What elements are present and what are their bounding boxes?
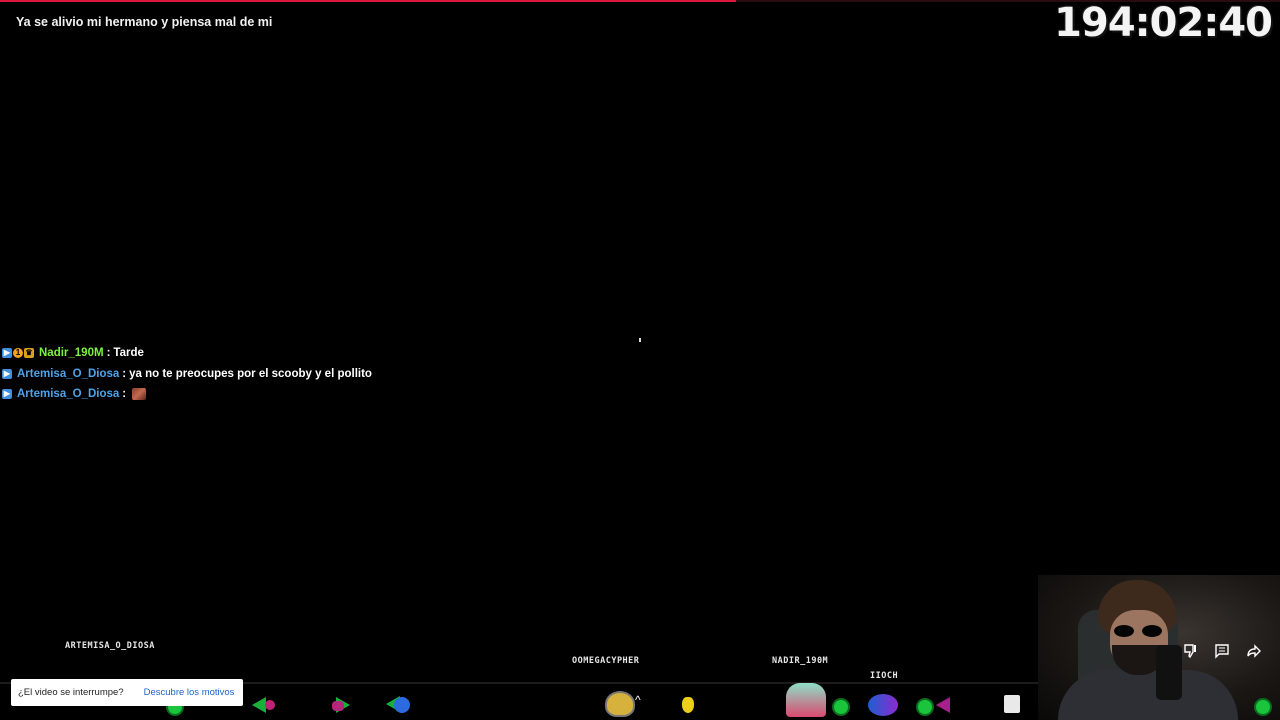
arrow-left-sprite-icon bbox=[252, 697, 266, 713]
banana-sprite-icon bbox=[682, 697, 694, 713]
progress-bar[interactable] bbox=[0, 0, 736, 2]
video-player[interactable]: Ya se alivio mi hermano y piensa mal de … bbox=[0, 0, 1280, 720]
chat-username: Artemisa_O_Diosa bbox=[17, 388, 120, 401]
owl-sprite-icon bbox=[605, 691, 635, 717]
chat-overlay: ▶ 1 ♛ Nadir_190M : Tarde ▶ Artemisa_O_Di… bbox=[2, 343, 602, 405]
chat-text: Tarde bbox=[113, 347, 144, 360]
pink-orb-sprite-icon bbox=[265, 700, 275, 710]
prime-badge-icon: ▶ bbox=[2, 368, 12, 379]
prime-badge-icon: ▶ bbox=[2, 348, 12, 359]
card-sprite-icon bbox=[1004, 695, 1020, 713]
chat-username: Nadir_190M bbox=[39, 347, 104, 360]
video-actions bbox=[1182, 643, 1262, 659]
green-x-sprite-icon bbox=[916, 698, 934, 716]
chat-separator: : bbox=[122, 367, 127, 380]
character-sprite-icon bbox=[786, 683, 826, 717]
chat-separator: : bbox=[122, 388, 127, 401]
loading-indicator bbox=[639, 338, 641, 342]
chat-message: ▶ Artemisa_O_Diosa : bbox=[2, 384, 602, 405]
microphone-shape bbox=[1156, 645, 1182, 700]
chat-separator: : bbox=[106, 347, 111, 360]
overlay-name-artemisa: ARTEMISA_O_DIOSA bbox=[65, 641, 155, 651]
arrow-left-sprite-icon bbox=[936, 697, 950, 713]
emote-icon bbox=[132, 388, 147, 401]
green-x-sprite-icon bbox=[832, 698, 850, 716]
crown-badge-icon: ♛ bbox=[24, 348, 34, 359]
overlay-name-iioch: IIOCH bbox=[870, 671, 899, 681]
chat-message: ▶ Artemisa_O_Diosa : ya no te preocupes … bbox=[2, 364, 602, 385]
purple-orb-sprite-icon bbox=[868, 694, 898, 716]
blue-orb-sprite-icon bbox=[394, 697, 410, 713]
overlay-name-omega: OOMEGACYPHER bbox=[572, 656, 640, 666]
person-body-shape bbox=[1058, 670, 1238, 720]
video-title: Ya se alivio mi hermano y piensa mal de … bbox=[16, 15, 273, 29]
green-x-sprite-icon bbox=[1254, 698, 1272, 716]
share-icon[interactable] bbox=[1246, 643, 1262, 659]
thumbs-down-icon[interactable] bbox=[1182, 643, 1198, 659]
overlay-name-nadir: NADIR_190M bbox=[772, 656, 829, 666]
notice-text: ¿El video se interrumpe? bbox=[18, 687, 124, 698]
caret-up-icon: ^ bbox=[635, 693, 641, 707]
stream-timer: 194:02:40 bbox=[1054, 0, 1273, 46]
number-badge-icon: 1 bbox=[13, 348, 23, 359]
chat-message: ▶ 1 ♛ Nadir_190M : Tarde bbox=[2, 343, 602, 364]
chat-text: ya no te preocupes por el scooby y el po… bbox=[129, 367, 372, 380]
chat-username: Artemisa_O_Diosa bbox=[17, 367, 120, 380]
playback-notice: ¿El video se interrumpe? Descubre los mo… bbox=[11, 679, 243, 706]
comment-icon[interactable] bbox=[1214, 643, 1230, 659]
notice-link[interactable]: Descubre los motivos bbox=[144, 687, 235, 698]
pink-orb-sprite-icon bbox=[332, 701, 344, 711]
sunglasses-shape bbox=[1114, 625, 1164, 637]
prime-badge-icon: ▶ bbox=[2, 389, 12, 400]
